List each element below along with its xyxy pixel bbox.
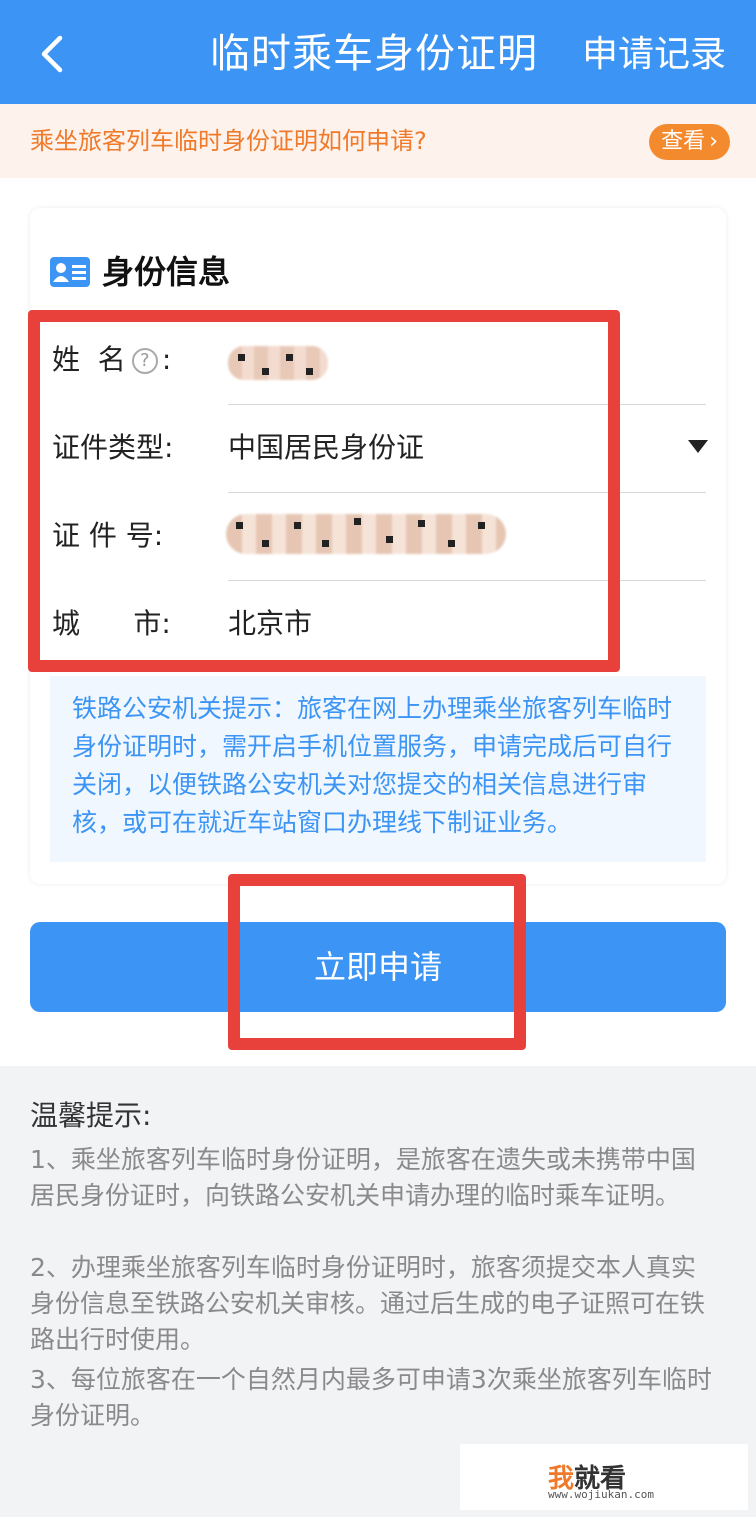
card-title: 身份信息 xyxy=(50,250,230,294)
dropdown-triangle-icon[interactable] xyxy=(688,440,708,454)
chevron-right-icon: › xyxy=(709,129,718,154)
view-button[interactable]: 查看 › xyxy=(649,124,730,160)
card-title-text: 身份信息 xyxy=(102,253,231,291)
highlight-box-button xyxy=(228,874,526,1050)
top-nav-bar: 临时乘车身份证明 申请记录 xyxy=(0,0,756,104)
warm-tip-item: 3、每位旅客在一个自然月内最多可申请3次乘坐旅客列车临时身份证明。 xyxy=(30,1365,712,1430)
highlight-box-form xyxy=(28,310,620,672)
watermark-url: www.wojiukan.com xyxy=(548,1488,654,1501)
id-card-icon xyxy=(50,257,90,287)
page-title: 临时乘车身份证明 xyxy=(210,31,538,77)
warm-tip-item: 2、办理乘坐旅客列车临时身份证明时，旅客须提交本人真实身份信息至铁路公安机关审核… xyxy=(30,1253,706,1354)
warm-tip-item: 1、乘坐旅客列车临时身份证明，是旅客在遗失或未携带中国居民身份证时，向铁路公安机… xyxy=(30,1145,696,1210)
back-arrow-icon[interactable] xyxy=(36,34,70,74)
police-tip-text: 铁路公安机关提示：旅客在网上办理乘坐旅客列车临时身份证明时，需开启手机位置服务，… xyxy=(72,694,673,837)
application-records-link[interactable]: 申请记录 xyxy=(582,30,726,80)
view-button-label: 查看 xyxy=(661,129,706,154)
warm-tips-title: 温馨提示: xyxy=(30,1099,152,1132)
notice-text: 乘坐旅客列车临时身份证明如何申请? xyxy=(30,127,427,155)
how-to-apply-notice[interactable]: 乘坐旅客列车临时身份证明如何申请? 查看 › xyxy=(0,104,756,178)
